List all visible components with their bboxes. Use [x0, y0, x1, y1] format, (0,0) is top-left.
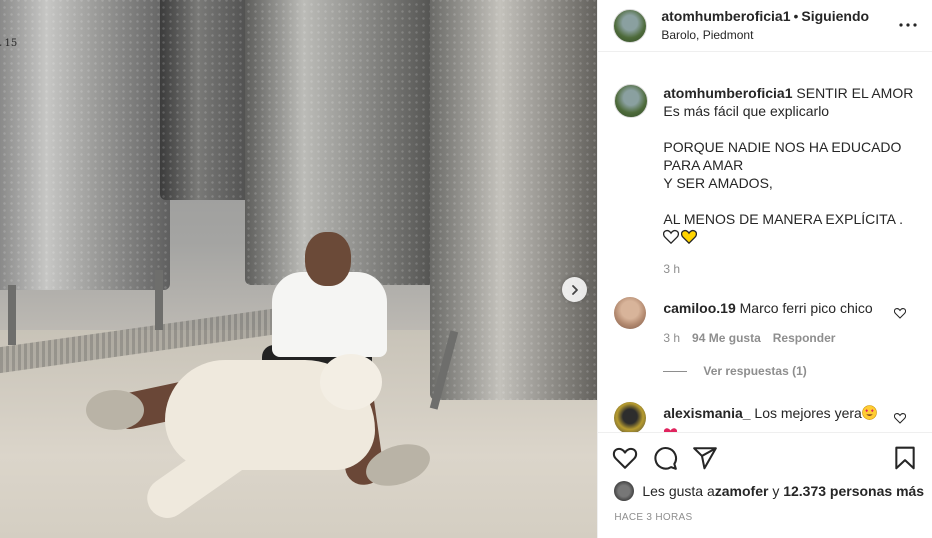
- like-comment-icon[interactable]: [894, 307, 907, 319]
- like-comment-icon[interactable]: [894, 412, 907, 424]
- photo-tank: 17 HL 15: [0, 0, 170, 290]
- post-side-panel: atomhumberoficia1 • Siguiendo Barolo, Pied…: [597, 0, 932, 538]
- instagram-post: 17 HL 15 atomhumberoficia1•Siguiendo: [0, 0, 932, 538]
- post-photo[interactable]: 17 HL 15: [0, 0, 598, 538]
- likes-middle: y: [768, 483, 784, 499]
- tank-leg: [8, 285, 16, 345]
- caption-avatar[interactable]: [614, 84, 649, 118]
- heart-eyes-emoji-icon: [862, 405, 877, 424]
- more-horizontal-icon: [899, 23, 917, 27]
- commenter-username[interactable]: alexismania_: [663, 405, 750, 421]
- tank-label: 17 HL 15: [0, 38, 18, 49]
- post-location[interactable]: Barolo, Piedmont: [661, 28, 753, 42]
- liker-avatar[interactable]: [614, 481, 635, 501]
- comment-text: camiloo.19 Marco ferri pico chico: [663, 299, 872, 317]
- next-photo-button[interactable]: [562, 277, 587, 302]
- commenter-username[interactable]: camiloo.19: [663, 300, 735, 316]
- comment-body: Marco ferri pico chico: [739, 300, 873, 316]
- commenter-avatar[interactable]: [614, 402, 647, 432]
- likes-count[interactable]: 12.373 personas más: [783, 483, 924, 499]
- tank-leg: [155, 270, 163, 330]
- comments-section[interactable]: atomhumberoficia1 SENTIR EL AMOR Es más …: [598, 72, 932, 432]
- comment-body: Los mejores yera: [754, 405, 862, 421]
- yellow-heart-icon: [681, 229, 698, 248]
- commenter-avatar[interactable]: [614, 297, 647, 329]
- reply-button[interactable]: Responder: [773, 331, 836, 345]
- caption-time: 3 h: [663, 262, 681, 276]
- author-avatar[interactable]: [613, 9, 648, 43]
- heart-icon[interactable]: [612, 445, 638, 471]
- photo-person-shoe: [86, 390, 144, 430]
- author-username[interactable]: atomhumberoficia1: [661, 8, 790, 24]
- liker-username[interactable]: zamofer: [715, 483, 769, 499]
- caption-body: SENTIR EL AMOR Es más fácil que explicar…: [663, 85, 914, 227]
- photo-tank: [160, 0, 255, 200]
- action-icons: [612, 445, 718, 471]
- header-line: atomhumberoficia1 • Siguiendo: [661, 8, 869, 24]
- chevron-right-icon: [571, 284, 578, 295]
- post-timestamp[interactable]: HACE 3 HORAS: [614, 512, 692, 523]
- header-separator: •: [793, 8, 799, 24]
- likes-prefix: Les gusta a: [642, 483, 715, 499]
- following-button[interactable]: Siguiendo: [801, 8, 869, 24]
- post-header: atomhumberoficia1 • Siguiendo Barolo, Pied…: [598, 0, 932, 52]
- comment-icon[interactable]: [652, 445, 678, 471]
- caption: atomhumberoficia1 SENTIR EL AMOR Es más …: [598, 72, 932, 276]
- view-replies-button[interactable]: Ver respuestas (1): [663, 364, 807, 378]
- caption-username[interactable]: atomhumberoficia1: [663, 85, 792, 101]
- likes-summary[interactable]: Les gusta a zamofer y 12.373 personas má…: [614, 481, 924, 501]
- comment-meta: 3 h 94 Me gusta Responder: [663, 331, 847, 345]
- photo-dog-head: [320, 354, 382, 410]
- photo-person-head: [305, 232, 351, 286]
- bookmark-icon[interactable]: [892, 445, 918, 471]
- post-actions: Les gusta a zamofer y 12.373 personas má…: [598, 432, 932, 523]
- caption-text: atomhumberoficia1 SENTIR EL AMOR Es más …: [663, 84, 916, 248]
- share-icon[interactable]: [692, 445, 718, 471]
- comment-text: alexismania_ Los mejores yera: [663, 404, 877, 432]
- white-heart-icon: [663, 229, 680, 248]
- comment-time: 3 h: [663, 331, 681, 345]
- comment-likes[interactable]: 94 Me gusta: [692, 331, 761, 345]
- view-replies-label: Ver respuestas (1): [703, 364, 807, 378]
- more-options-button[interactable]: [898, 15, 918, 35]
